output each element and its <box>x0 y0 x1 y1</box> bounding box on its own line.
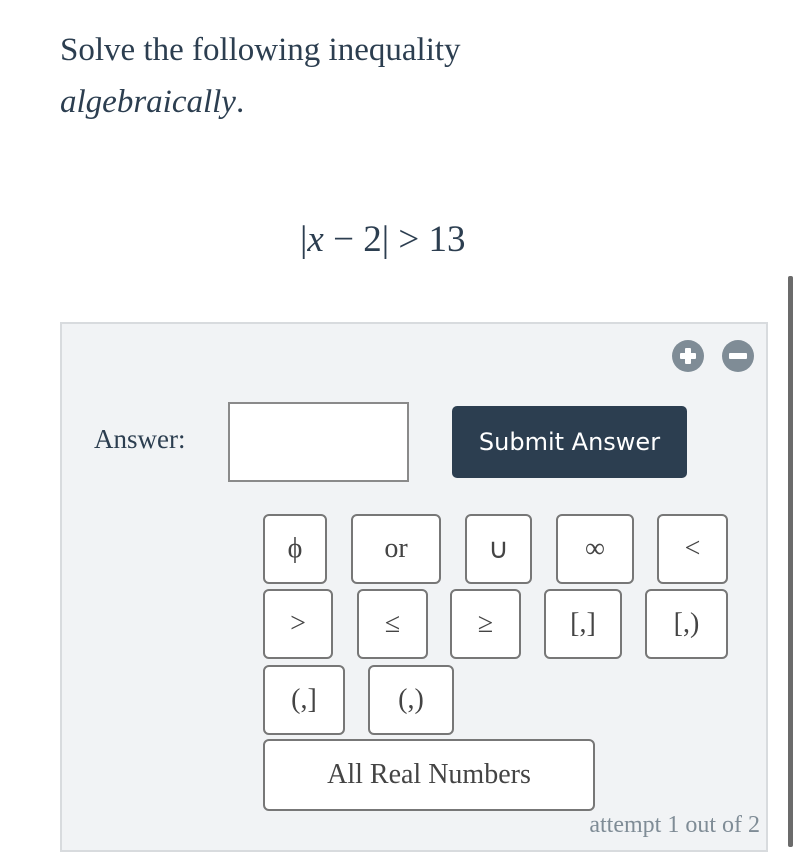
question-period: . <box>235 84 245 120</box>
key-or[interactable]: or <box>351 514 441 584</box>
operator: > <box>389 219 429 260</box>
key-all-real-numbers[interactable]: All Real Numbers <box>263 739 595 811</box>
attempt-counter: attempt 1 out of 2 <box>589 812 760 838</box>
scrollbar[interactable] <box>788 276 793 847</box>
minus-circle-icon[interactable] <box>722 340 754 372</box>
question-text: Solve the following inequality algebraic… <box>60 24 461 128</box>
key-less-equal[interactable]: ≤ <box>357 589 428 659</box>
answer-input[interactable] <box>228 402 409 482</box>
answer-label: Answer: <box>94 424 186 454</box>
question-line-1: Solve the following inequality <box>60 32 461 68</box>
key-closed-interval[interactable]: [,] <box>544 589 622 659</box>
key-closed-open-interval[interactable]: [,) <box>645 589 728 659</box>
key-empty-set[interactable]: ϕ <box>263 514 327 584</box>
inequality-expression: |x − 2| > 13 <box>300 218 466 261</box>
key-less-than[interactable]: < <box>657 514 728 584</box>
submit-answer-button[interactable]: Submit Answer <box>452 406 687 478</box>
key-union[interactable]: ∪ <box>465 514 532 584</box>
rhs-value: 13 <box>428 219 466 260</box>
key-open-closed-interval[interactable]: (,] <box>263 665 345 735</box>
minus-sign: − <box>323 219 364 260</box>
key-greater-equal[interactable]: ≥ <box>450 589 521 659</box>
key-open-interval[interactable]: (,) <box>368 665 454 735</box>
constant: 2 <box>363 219 382 260</box>
variable-x: x <box>307 219 324 260</box>
plus-circle-icon[interactable] <box>672 340 704 372</box>
question-emphasis: algebraically <box>60 84 236 120</box>
key-greater-than[interactable]: > <box>263 589 333 659</box>
key-infinity[interactable]: ∞ <box>556 514 634 584</box>
question-line-2: algebraically. <box>60 76 461 128</box>
